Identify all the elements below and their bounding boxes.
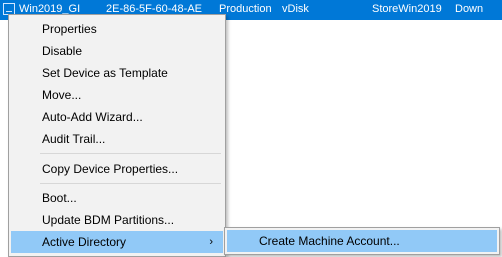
menu-item-set-device-as-template[interactable]: Set Device as Template: [11, 62, 223, 84]
menu-separator: [40, 153, 221, 154]
chevron-right-icon: ›: [209, 236, 213, 248]
menu-item-properties[interactable]: Properties: [11, 18, 223, 40]
device-boot-from: vDisk: [282, 3, 309, 15]
menu-item-active-directory-label: Active Directory: [42, 235, 127, 249]
menu-item-audit-trail[interactable]: Audit Trail...: [11, 128, 223, 150]
menu-item-update-bdm-partitions[interactable]: Update BDM Partitions...: [11, 209, 223, 231]
menu-item-copy-device-properties[interactable]: Copy Device Properties...: [11, 158, 223, 180]
active-directory-submenu: Create Machine Account...: [224, 227, 500, 255]
device-vdisk: StoreWin2019: [372, 3, 442, 15]
device-collection: Production: [219, 3, 272, 15]
device-status: Down: [455, 3, 484, 15]
menu-separator: [40, 183, 221, 184]
context-menu: Properties Disable Set Device as Templat…: [8, 14, 226, 257]
menu-item-create-machine-account[interactable]: Create Machine Account...: [227, 230, 497, 252]
menu-item-move[interactable]: Move...: [11, 84, 223, 106]
menu-item-disable[interactable]: Disable: [11, 40, 223, 62]
menu-item-auto-add-wizard[interactable]: Auto-Add Wizard...: [11, 106, 223, 128]
menu-item-boot[interactable]: Boot...: [11, 187, 223, 209]
menu-item-active-directory[interactable]: Active Directory ›: [11, 231, 223, 253]
